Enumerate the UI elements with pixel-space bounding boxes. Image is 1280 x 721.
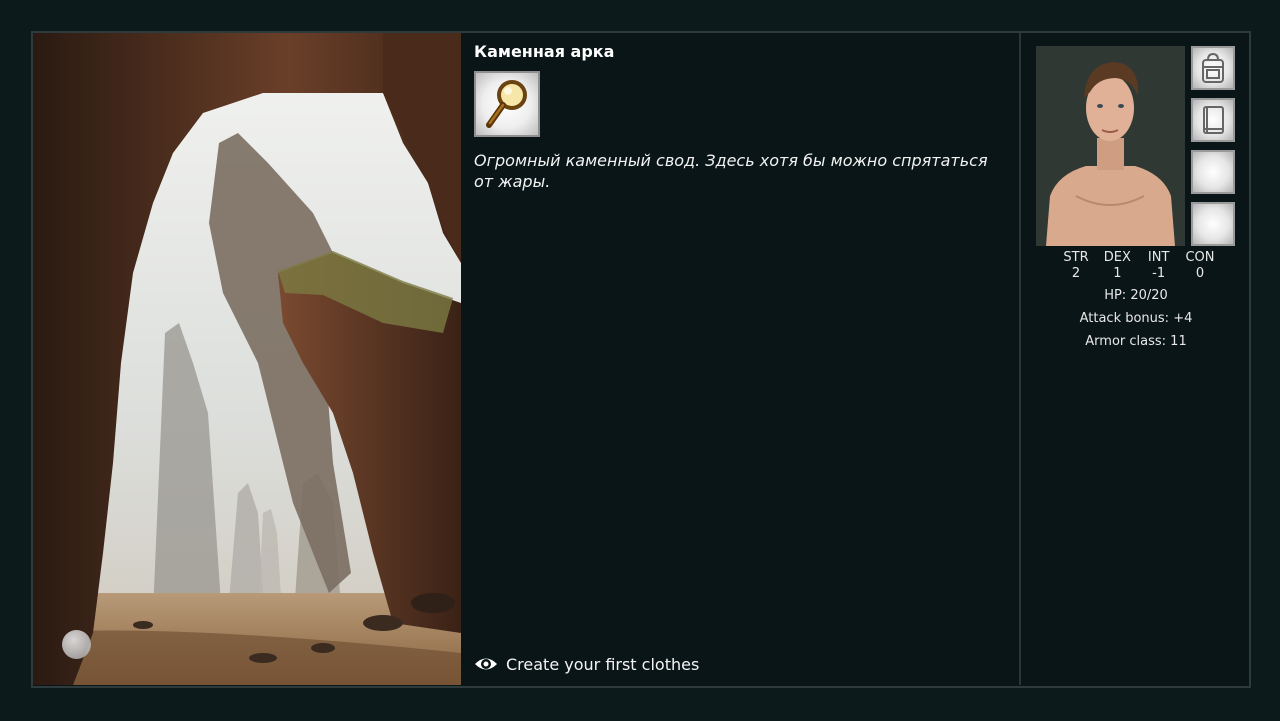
attack-value: +4 (1173, 311, 1193, 326)
character-portrait[interactable] (1036, 46, 1185, 246)
time-of-day-button[interactable] (62, 630, 91, 659)
eye-icon (475, 658, 497, 670)
hp-line: HP: 20/20 (1036, 288, 1236, 303)
attack-bonus-line: Attack bonus: +4 (1036, 311, 1236, 326)
stat-value: 0 (1195, 266, 1205, 281)
empty-slot-button[interactable] (1191, 150, 1235, 194)
stat-dex: DEX 1 (1099, 250, 1135, 282)
location-description: Огромный каменный свод. Здесь хотя бы мо… (474, 151, 988, 191)
quest-label: Create your first clothes (506, 654, 700, 674)
stat-str: STR 2 (1058, 250, 1094, 282)
inventory-button[interactable] (1191, 46, 1235, 90)
scene-image (33, 33, 461, 685)
stat-value: -1 (1152, 266, 1166, 281)
stat-label: INT (1147, 250, 1170, 265)
book-icon (1203, 106, 1224, 134)
stat-label: DEX (1103, 250, 1131, 265)
stat-con: CON 0 (1182, 250, 1218, 282)
hp-label: HP: (1104, 288, 1127, 303)
inspect-button[interactable] (474, 71, 540, 137)
attack-label: Attack bonus: (1079, 311, 1170, 326)
stat-label: STR (1063, 250, 1089, 265)
armor-class-line: Armor class: 11 (1036, 334, 1236, 349)
magnifier-icon (486, 80, 527, 128)
empty-slot-button[interactable] (1191, 202, 1235, 246)
stat-value: 2 (1071, 266, 1081, 281)
stat-int: INT -1 (1141, 250, 1177, 282)
journal-button[interactable] (1191, 98, 1235, 142)
armor-label: Armor class: (1085, 334, 1167, 349)
location-title: Каменная арка (474, 42, 615, 61)
armor-value: 11 (1170, 334, 1187, 349)
stat-label: CON (1185, 250, 1215, 265)
stat-value: 1 (1113, 266, 1122, 281)
column-divider (1019, 33, 1021, 685)
stats-row: STR 2 DEX 1 INT -1 CON 0 (1058, 250, 1218, 282)
backpack-icon (1202, 52, 1224, 83)
hp-value: 20/20 (1130, 288, 1168, 303)
quest-hint[interactable]: Create your first clothes (474, 652, 699, 676)
